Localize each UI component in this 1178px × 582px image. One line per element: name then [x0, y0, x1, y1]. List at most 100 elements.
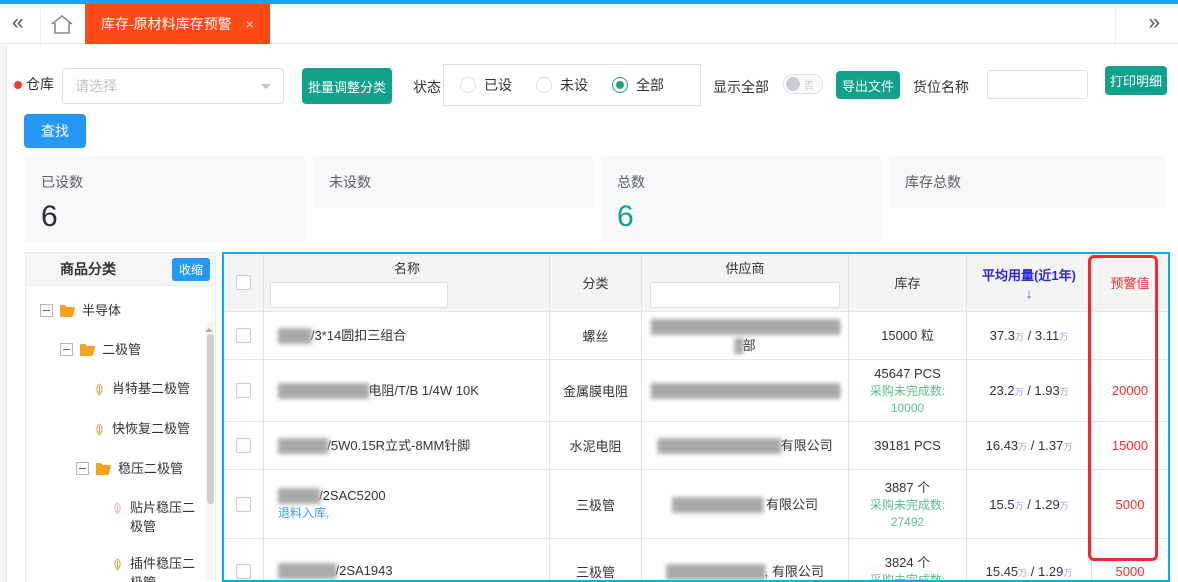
unit-wan: 万 [1015, 332, 1024, 342]
supplier-cell: ████████████, 有限公司 [642, 539, 849, 582]
tab-label: 库存-原材料库存预警 [101, 14, 232, 34]
stat-label: 未设数 [313, 156, 593, 192]
category-cell: 三极管 [550, 470, 642, 538]
name-cell: ███████████电阻/T/B 1/4W 10K [264, 360, 550, 421]
tree-item-zener-diode[interactable]: 稳压二极管 [26, 450, 215, 489]
header-warning-value: 预警值 [1092, 254, 1168, 311]
row-checkbox[interactable] [236, 383, 251, 398]
divider [40, 8, 41, 48]
sort-desc-icon[interactable]: ↓ [1026, 286, 1033, 301]
warning-value-cell: 5000 [1092, 470, 1168, 538]
column-title: 平均用量(近1年) [982, 265, 1076, 284]
collapse-tabs-right-icon[interactable]: » [1148, 11, 1160, 35]
supplier-cell: ███████████████有限公司 [642, 422, 849, 469]
tree-item-schottky-diode[interactable]: 肖特基二极管 [26, 370, 215, 410]
avg-month: 1.29 [1034, 497, 1059, 512]
row-checkbox[interactable] [236, 328, 251, 343]
warning-value: 5000 [1116, 497, 1145, 512]
return-stock-link[interactable]: 退料入库, [278, 505, 329, 522]
collapse-tabs-left-icon[interactable]: « [12, 11, 24, 35]
column-title: 库存 [894, 273, 920, 292]
batch-adjust-category-button[interactable]: 批量调整分类 [302, 68, 392, 104]
unit-wan: 万 [1063, 442, 1072, 452]
avg-usage-cell: 16.43万 / 1.37万 [967, 422, 1092, 469]
table-row: █████/2SAC5200 退料入库, 三极管 ███████████ 有限公… [224, 470, 1168, 539]
table-header-row: 名称 分类 供应商 库存 平均用量(近1年) ↓ 预警值 [224, 254, 1168, 312]
stat-card-stock-total: 库存总数 [889, 156, 1165, 208]
radio-set[interactable]: 已设 [460, 75, 512, 95]
avg-month: 1.29 [1038, 564, 1063, 579]
category-cell: 金属膜电阻 [550, 360, 642, 421]
column-title: 名称 [268, 258, 546, 277]
radio-label: 未设 [560, 75, 588, 95]
avg-year: 37.3 [990, 328, 1015, 343]
radio-unset[interactable]: 未设 [536, 75, 588, 95]
avg-usage-cell: 15.5万 / 1.29万 [967, 470, 1092, 538]
print-detail-button[interactable]: 打印明细 [1105, 66, 1167, 95]
tree-item-fast-recovery-diode[interactable]: 快恢复二极管 [26, 410, 215, 450]
location-name-input[interactable] [987, 70, 1088, 99]
select-all-checkbox[interactable] [236, 275, 251, 290]
stat-card-set-count: 已设数 6 [25, 156, 305, 242]
category-tree-panel: 商品分类 收缩 半导体 二极管 肖特基二极管 快恢复二极管 稳压二极管 [25, 252, 216, 582]
show-all-toggle[interactable]: 否 [783, 74, 823, 94]
radio-circle-icon [612, 77, 628, 93]
supplier-filter-input[interactable] [650, 282, 840, 308]
table-row: ███████/2SA1943 三极管 ████████████, 有限公司 3… [224, 539, 1168, 582]
table-row: ███████████电阻/T/B 1/4W 10K 金属膜电阻 ███████… [224, 360, 1168, 422]
row-checkbox-cell [224, 312, 264, 359]
collapse-tree-button[interactable]: 收缩 [172, 258, 210, 281]
avg-month: 1.37 [1038, 438, 1063, 453]
header-category: 分类 [550, 254, 642, 311]
purchase-note-value: 27492 [891, 514, 924, 531]
warning-table: 名称 分类 供应商 库存 平均用量(近1年) ↓ 预警值 ████/3*14圆扣… [222, 252, 1170, 582]
unit-wan: 万 [1063, 568, 1072, 578]
tree-item-smd-zener-diode[interactable]: 贴片稳压二极管 [26, 489, 215, 545]
leaf-icon [94, 422, 105, 441]
export-file-button[interactable]: 导出文件 [836, 71, 900, 99]
unit-wan: 万 [1060, 501, 1069, 511]
radio-label: 已设 [484, 75, 512, 95]
row-checkbox[interactable] [236, 438, 251, 453]
header-average-usage[interactable]: 平均用量(近1年) ↓ [967, 254, 1092, 311]
stat-label: 总数 [601, 156, 881, 192]
item-name: 电阻/T/B 1/4W 10K [368, 383, 479, 398]
collapse-node-icon[interactable] [40, 304, 53, 317]
item-name: /2SAC5200 [319, 488, 386, 503]
tree-item-semiconductor[interactable]: 半导体 [26, 292, 215, 331]
search-button[interactable]: 查找 [24, 114, 86, 148]
toggle-knob-icon [786, 77, 800, 91]
header-supplier: 供应商 [642, 254, 849, 311]
row-checkbox[interactable] [236, 497, 251, 512]
header-checkbox-cell [224, 254, 264, 311]
leaf-icon [94, 382, 105, 401]
supplier-cell: ███████████ 有限公司 [642, 470, 849, 538]
warning-value-cell: 15000 [1092, 422, 1168, 469]
purchase-note-label: 采购未完成数: [870, 383, 945, 400]
tree-scrollbar-thumb[interactable] [207, 334, 214, 504]
table-row: ██████/5W0.15R立式-8MM针脚 水泥电阻 ████████████… [224, 422, 1168, 470]
radio-all[interactable]: 全部 [612, 75, 664, 95]
tree-item-tht-zener-diode[interactable]: 插件稳压二极管 [26, 545, 215, 582]
tree-scrollbar-up-icon[interactable] [205, 324, 213, 332]
tree-item-diode[interactable]: 二极管 [26, 331, 215, 370]
column-title: 预警值 [1110, 273, 1149, 292]
redacted-text: ███████████████ [657, 438, 780, 453]
unit-wan: 万 [1015, 501, 1024, 511]
tab-close-icon[interactable]: × [246, 16, 254, 32]
header-name: 名称 [264, 254, 550, 311]
warehouse-select[interactable]: 请选择 [62, 68, 284, 104]
home-icon[interactable] [50, 14, 74, 38]
collapse-node-icon[interactable] [76, 462, 89, 475]
avg-year: 23.2 [989, 383, 1014, 398]
collapse-node-icon[interactable] [60, 343, 73, 356]
unit-wan: 万 [1018, 568, 1027, 578]
tree-item-label: 快恢复二极管 [112, 419, 190, 438]
tab-inventory-warning[interactable]: 库存-原材料库存预警 × [85, 4, 270, 44]
stat-label: 已设数 [25, 156, 305, 192]
row-checkbox-cell [224, 470, 264, 538]
name-filter-input[interactable] [270, 282, 448, 308]
stock-value: 3824 个 [885, 553, 931, 572]
avg-year: 15.5 [989, 497, 1014, 512]
row-checkbox[interactable] [236, 564, 251, 579]
